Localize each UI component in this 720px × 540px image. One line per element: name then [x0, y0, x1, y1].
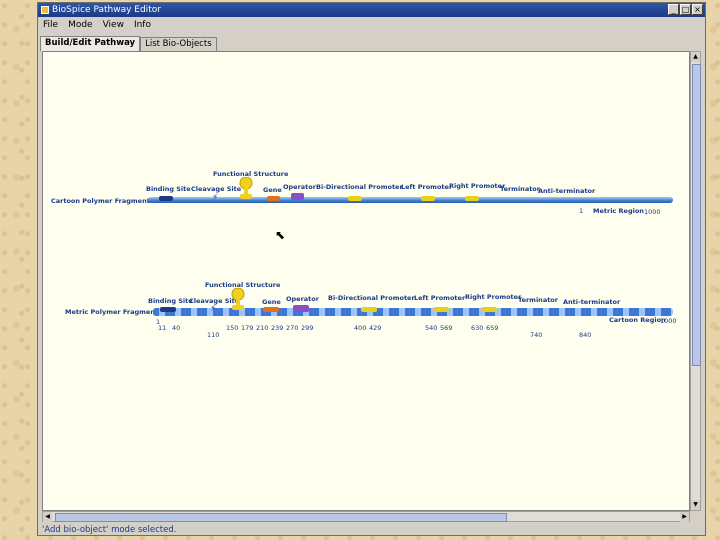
fragment1-name: Cartoon Polymer Fragment [51, 197, 150, 205]
f1-left-label: Left Promoter [401, 183, 453, 191]
f2-gene[interactable] [263, 307, 279, 312]
f2-pos-top: 630 [471, 324, 484, 332]
f1-terminator-label: Terminator [500, 185, 540, 193]
f2-pos-top: 429 [369, 324, 382, 332]
scroll-right-icon[interactable]: ▶ [680, 512, 689, 522]
f2-pos-top: 270 [286, 324, 299, 332]
f2-operator-label: Operator [286, 295, 319, 303]
f1-right-promoter[interactable] [465, 196, 479, 201]
menu-file[interactable]: File [38, 18, 63, 33]
f1-region-label: Metric Region [593, 207, 644, 215]
f2-pos-top: 569 [440, 324, 453, 332]
f1-end: 1000 [644, 208, 661, 216]
f1-operator[interactable] [291, 193, 304, 200]
f1-cleavage-label: Cleavage Site [191, 185, 242, 193]
menu-mode[interactable]: Mode [63, 18, 98, 33]
f2-binding-site[interactable] [160, 307, 176, 312]
menu-bar: File Mode View Info [38, 18, 705, 33]
f1-binding-label: Binding Site [146, 185, 191, 193]
f2-pos-top: 400 [354, 324, 367, 332]
scroll-down-icon[interactable]: ▼ [691, 500, 700, 510]
f2-right-promoter[interactable] [481, 307, 497, 312]
f2-bidir-promoter[interactable] [361, 307, 377, 312]
f2-functional-structure-icon[interactable] [231, 288, 245, 312]
f1-gene-label: Gene [263, 186, 282, 194]
f2-left-promoter[interactable] [433, 307, 449, 312]
status-bar: 'Add bio-object' mode selected. [42, 525, 177, 535]
app-icon [41, 6, 49, 14]
app-window: BioSpice Pathway Editor _ □ × File Mode … [37, 2, 706, 536]
f2-pos-top: 239 [271, 324, 284, 332]
f1-gene[interactable] [267, 196, 280, 201]
f2-terminator-label: Terminator [518, 296, 558, 304]
tab-list-bio-objects[interactable]: List Bio-Objects [140, 37, 217, 51]
f2-pos-top: 540 [425, 324, 438, 332]
f1-start: 1 [579, 207, 584, 215]
title-bar[interactable]: BioSpice Pathway Editor _ □ × [38, 3, 705, 17]
f2-operator[interactable] [293, 305, 309, 312]
f2-binding-label: Binding Site [148, 297, 193, 305]
menu-view[interactable]: View [98, 18, 129, 33]
f2-pos-top: 299 [301, 324, 314, 332]
f2-pos-top: 11 [158, 324, 167, 332]
f2-anti-label: Anti-terminator [563, 298, 621, 306]
f1-bidir-promoter[interactable] [348, 196, 362, 201]
f1-left-promoter[interactable] [421, 196, 435, 201]
f1-functional-structure-icon[interactable] [239, 177, 253, 201]
f2-cleavage-mark[interactable]: ⚡ [210, 304, 216, 314]
maximize-button[interactable]: □ [680, 4, 691, 15]
close-button[interactable]: × [692, 4, 703, 15]
f1-cleavage-mark[interactable]: ⚡ [212, 193, 218, 203]
scroll-left-icon[interactable]: ◀ [43, 512, 52, 522]
f1-binding-site[interactable] [159, 196, 173, 201]
f1-bidir-label: Bi-Directional Promoter [316, 183, 403, 191]
f1-operator-label: Operator [283, 183, 316, 191]
f2-pos-top: 40 [172, 324, 181, 332]
f2-bidir-label: Bi-Directional Promoter [328, 294, 415, 302]
minimize-button[interactable]: _ [668, 4, 679, 15]
f2-pos-top: 210 [256, 324, 269, 332]
f1-anti-label: Anti-terminator [538, 187, 596, 195]
f2-left-label: Left Promoter [414, 294, 466, 302]
scroll-up-icon[interactable]: ▲ [691, 52, 700, 62]
f1-right-label: Right Promoter [449, 182, 506, 190]
f2-pos-bottom: 840 [579, 331, 592, 339]
horizontal-scroll-thumb[interactable] [55, 513, 507, 522]
tab-strip: Build/Edit Pathway List Bio-Objects [40, 36, 217, 51]
f2-pos-top: 150 [226, 324, 239, 332]
vertical-scroll-thumb[interactable] [692, 64, 701, 366]
horizontal-scrollbar[interactable]: ◀ ▶ [42, 511, 690, 522]
f2-pos-top: 179 [241, 324, 254, 332]
vertical-scrollbar[interactable]: ▲ ▼ [690, 51, 701, 511]
fragment1-bar[interactable] [148, 197, 673, 203]
fragment2-name: Metric Polymer Fragment [65, 308, 159, 316]
pathway-canvas[interactable]: Cartoon Polymer Fragment Functional Stru… [42, 51, 690, 511]
f2-pos-top: 659 [486, 324, 499, 332]
f2-right-label: Right Promoter [465, 293, 522, 301]
f2-region-label: Cartoon Region [609, 316, 666, 324]
tab-build-edit-pathway[interactable]: Build/Edit Pathway [40, 36, 141, 51]
f2-pos-bottom: 740 [530, 331, 543, 339]
f2-end: 1000 [660, 317, 677, 325]
menu-info[interactable]: Info [129, 18, 156, 33]
mouse-cursor-icon: ⬉ [275, 228, 286, 242]
window-title: BioSpice Pathway Editor [52, 5, 161, 15]
f2-pos-bottom: 110 [207, 331, 220, 339]
f2-gene-label: Gene [262, 298, 281, 306]
